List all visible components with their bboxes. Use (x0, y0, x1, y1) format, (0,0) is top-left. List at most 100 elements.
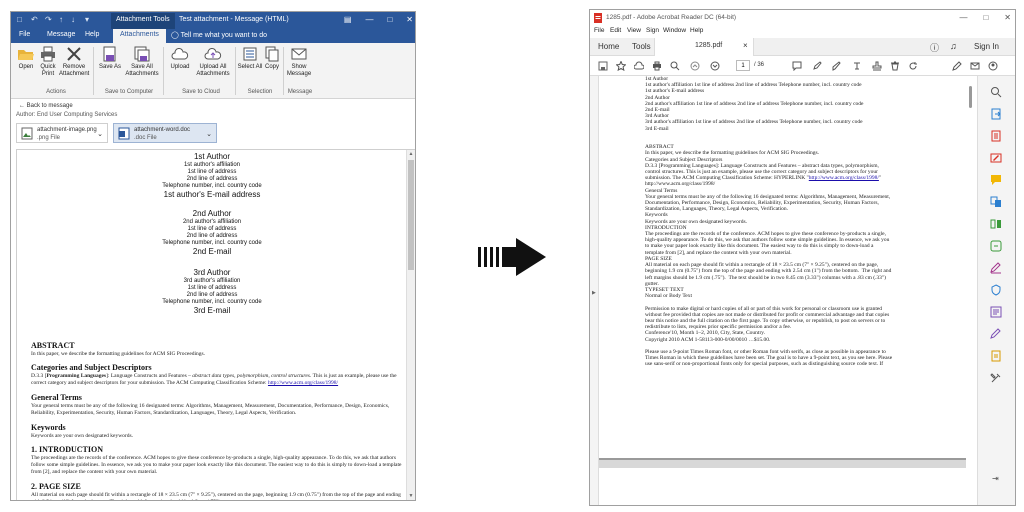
magnifier-icon[interactable] (670, 61, 680, 71)
scroll-down-icon[interactable]: ▼ (407, 493, 415, 499)
compress-pdf-icon[interactable] (990, 240, 1002, 252)
protect-shield-icon[interactable] (990, 284, 1002, 296)
tell-me-box[interactable]: ◯ Tell me what you want to do (171, 31, 267, 39)
create-pdf-icon[interactable] (990, 130, 1002, 142)
chevron-down-icon[interactable]: ⌄ (97, 130, 103, 138)
show-message-button[interactable]: Show Message (285, 46, 313, 78)
copy-button[interactable]: Copy (259, 46, 285, 71)
collapse-pane-icon[interactable]: ⇥ (992, 474, 999, 483)
message-author: Author: End User Computing Services (16, 112, 118, 118)
zoom-search-icon[interactable] (990, 86, 1002, 98)
save-as-button[interactable]: Save As (97, 46, 123, 71)
down-arrow-icon[interactable]: ↓ (71, 15, 75, 24)
save-icon[interactable]: □ (17, 15, 22, 24)
chevron-down-icon[interactable]: ⌄ (206, 130, 212, 138)
expand-left-icon[interactable]: ▶ (592, 290, 596, 296)
bell-icon[interactable]: ♫ (950, 41, 957, 51)
tab-message[interactable]: Message (47, 31, 75, 38)
tab-help[interactable]: Help (85, 31, 99, 38)
page-number-input[interactable]: 1 (736, 60, 750, 71)
upload-all-attachments-button[interactable]: Upload All Attachments (195, 46, 231, 78)
close-icon[interactable]: ✕ (406, 15, 413, 24)
menu-file[interactable]: File (594, 27, 604, 34)
comment-tool-icon[interactable] (990, 174, 1002, 186)
attachment-name: attachment-word.doc (134, 127, 191, 133)
scroll-up-icon[interactable]: ▲ (407, 151, 415, 157)
organize-pages-icon[interactable] (990, 218, 1002, 230)
menu-edit[interactable]: Edit (610, 27, 621, 34)
send-to-track-icon[interactable] (990, 350, 1002, 362)
tab-document[interactable]: 1285.pdf × (654, 38, 754, 56)
back-to-message-link[interactable]: ← Back to message (19, 103, 73, 109)
introduction-heading: 1. INTRODUCTION (31, 445, 104, 454)
mail-icon[interactable] (970, 61, 980, 71)
left-panel-toggle[interactable]: ▶ (590, 76, 599, 505)
author-address-1: 1st line of address (187, 285, 237, 291)
tab-file[interactable]: File (19, 31, 30, 38)
undo-icon[interactable]: ↶ (31, 15, 38, 24)
menu-sign[interactable]: Sign (646, 27, 659, 34)
upload-button[interactable]: Upload (167, 46, 193, 71)
menu-bar: File Edit View Sign Window Help (590, 26, 1015, 38)
vertical-scrollbar[interactable]: ▲ ▼ (406, 150, 415, 500)
sign-in-button[interactable]: Sign In (974, 42, 999, 51)
group-selection-label: Selection (247, 89, 273, 95)
request-signature-icon[interactable] (990, 328, 1002, 340)
print-icon[interactable] (652, 61, 662, 71)
close-icon[interactable]: ✕ (1004, 13, 1011, 22)
minimize-icon[interactable]: — (365, 15, 373, 24)
scrollbar-thumb[interactable] (408, 160, 414, 270)
pdf-scrollbar-thumb[interactable] (969, 86, 972, 108)
menu-window[interactable]: Window (663, 27, 686, 34)
page-down-icon[interactable] (710, 61, 720, 71)
maximize-icon[interactable]: □ (983, 13, 988, 22)
export-pdf-icon[interactable] (990, 108, 1002, 120)
quick-print-button[interactable]: Quick Print (35, 46, 61, 78)
document-preview[interactable]: 1st Author 1st author's affiliation 1st … (16, 149, 415, 500)
pen-icon[interactable] (812, 61, 822, 71)
ribbon-display-icon[interactable]: ▤ (344, 15, 352, 24)
pdf-viewport[interactable]: 1st Author 1st author's affiliation 1st … (599, 76, 977, 505)
edit-pdf-icon[interactable] (990, 152, 1002, 164)
bookmark-star-icon[interactable] (616, 61, 626, 71)
minimize-icon[interactable]: — (959, 13, 967, 22)
acrobat-window-title: 1285.pdf - Adobe Acrobat Reader DC (64-b… (606, 14, 737, 21)
comment-icon[interactable] (792, 61, 802, 71)
attachment-image[interactable]: attachment-image.png .png File ⌄ (16, 123, 108, 143)
redo-icon[interactable]: ↷ (45, 15, 52, 24)
author-phone: Telephone number, incl. country code (162, 240, 262, 246)
combine-files-icon[interactable] (990, 196, 1002, 208)
save-icon[interactable] (598, 61, 608, 71)
help-icon[interactable]: ⓘ (930, 41, 939, 54)
remove-attachment-button[interactable]: Remove Attachment (59, 46, 89, 78)
rotate-icon[interactable] (908, 61, 918, 71)
close-tab-icon[interactable]: × (743, 41, 748, 50)
more-tools-icon[interactable] (990, 372, 1002, 384)
customize-toolbar-icon[interactable]: ▾ (85, 15, 89, 24)
text-edit-icon[interactable] (852, 61, 862, 71)
attachment-word[interactable]: attachment-word.doc .doc File ⌄ (113, 123, 217, 143)
menu-help[interactable]: Help (690, 27, 703, 34)
trash-icon[interactable] (890, 61, 900, 71)
maximize-icon[interactable]: □ (387, 15, 392, 24)
tab-attachments[interactable]: Attachments (113, 29, 166, 43)
pdf-scrollbar[interactable] (966, 76, 977, 505)
account-icon[interactable] (988, 61, 998, 71)
menu-view[interactable]: View (627, 27, 641, 34)
acm-class-link[interactable]: http://www.acm.org/class/1998/ (268, 380, 338, 386)
folder-open-icon (18, 50, 34, 60)
page-up-icon[interactable] (690, 61, 700, 71)
tab-tools[interactable]: Tools (632, 42, 651, 51)
ribbon: Open Quick Print Remove Attachment Save … (11, 43, 415, 99)
sign-pen-icon[interactable] (952, 61, 962, 71)
pdf-link[interactable]: http://www.acm.org/class/1998/ (809, 175, 879, 181)
upload-cloud-icon[interactable] (634, 61, 644, 71)
up-arrow-icon[interactable]: ↑ (59, 15, 63, 24)
stamp-icon[interactable] (872, 61, 882, 71)
send-for-comments-icon[interactable] (990, 306, 1002, 318)
author-block-2: 2nd Author 2nd author's affiliation 1st … (17, 209, 407, 257)
tab-home[interactable]: Home (598, 42, 619, 51)
fill-sign-icon[interactable] (990, 262, 1002, 274)
save-all-attachments-button[interactable]: Save All Attachments (125, 46, 159, 78)
draw-icon[interactable] (832, 61, 842, 71)
